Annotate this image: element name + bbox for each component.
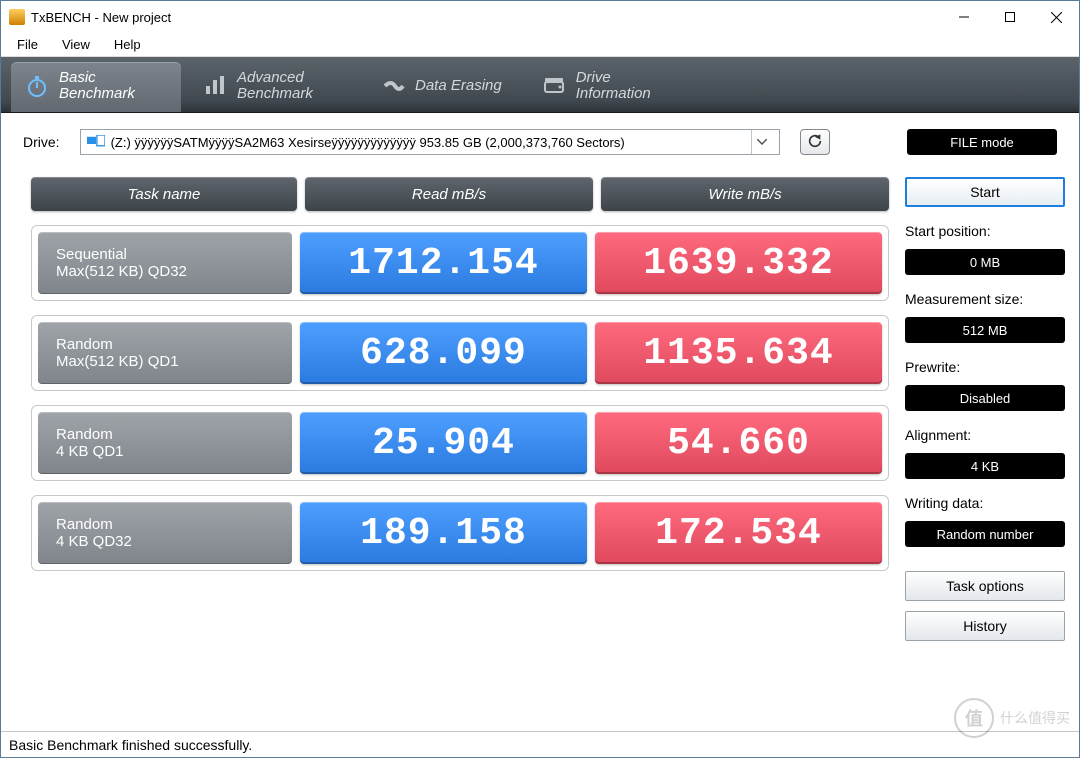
benchmark-table: Task name Read mB/s Write mB/s Sequentia… — [31, 177, 889, 731]
tab-drive-information[interactable]: Drive Information — [528, 62, 698, 112]
write-value: 54.660 — [595, 412, 882, 474]
drive-select[interactable]: (Z:) ÿÿÿÿÿÿSATMÿÿÿÿSA2M63 Xesirseÿÿÿÿÿÿÿ… — [80, 129, 780, 155]
prewrite-text: Disabled — [960, 391, 1011, 406]
main-area: Task name Read mB/s Write mB/s Sequentia… — [1, 163, 1079, 731]
read-value: 628.099 — [300, 322, 587, 384]
task-name-line2: Max(512 KB) QD1 — [56, 353, 292, 370]
drive-device-icon — [87, 135, 105, 149]
start-position-text: 0 MB — [970, 255, 1000, 270]
close-button[interactable] — [1033, 1, 1079, 33]
status-bar: Basic Benchmark finished successfully. — [1, 731, 1079, 757]
measurement-size-value[interactable]: 512 MB — [905, 317, 1065, 343]
menu-help[interactable]: Help — [104, 35, 151, 54]
start-position-value[interactable]: 0 MB — [905, 249, 1065, 275]
tab-label: Advanced Benchmark — [237, 70, 313, 103]
task-name-line2: Max(512 KB) QD32 — [56, 263, 292, 280]
task-options-button[interactable]: Task options — [905, 571, 1065, 601]
erase-icon — [381, 74, 405, 98]
history-label: History — [963, 618, 1007, 634]
status-text: Basic Benchmark finished successfully. — [9, 737, 252, 753]
write-value: 172.534 — [595, 502, 882, 564]
app-window: TxBENCH - New project File View Help Bas… — [0, 0, 1080, 758]
alignment-text: 4 KB — [971, 459, 999, 474]
maximize-button[interactable] — [987, 1, 1033, 33]
task-name-line1: Random — [56, 426, 292, 443]
task-name-line2: 4 KB QD32 — [56, 533, 292, 550]
tab-label: Data Erasing — [415, 78, 502, 95]
task-name-line1: Sequential — [56, 246, 292, 263]
task-name-line1: Random — [56, 336, 292, 353]
menu-view[interactable]: View — [52, 35, 100, 54]
tab-advanced-benchmark[interactable]: Advanced Benchmark — [189, 62, 359, 112]
minimize-button[interactable] — [941, 1, 987, 33]
measurement-size-text: 512 MB — [963, 323, 1008, 338]
read-value: 1712.154 — [300, 232, 587, 294]
task-name-cell[interactable]: Random Max(512 KB) QD1 — [38, 322, 292, 384]
file-mode-button[interactable]: FILE mode — [907, 129, 1057, 155]
drive-row: Drive: (Z:) ÿÿÿÿÿÿSATMÿÿÿÿSA2M63 Xesirse… — [1, 113, 1079, 163]
write-value: 1135.634 — [595, 322, 882, 384]
write-value: 1639.332 — [595, 232, 882, 294]
task-name-line1: Random — [56, 516, 292, 533]
tab-data-erasing[interactable]: Data Erasing — [367, 62, 520, 112]
tabstrip: Basic Benchmark Advanced Benchmark Data … — [1, 57, 1079, 113]
bar-chart-icon — [203, 74, 227, 98]
drive-icon — [542, 74, 566, 98]
drive-select-text: (Z:) ÿÿÿÿÿÿSATMÿÿÿÿSA2M63 Xesirseÿÿÿÿÿÿÿ… — [111, 135, 625, 150]
chevron-down-icon — [751, 130, 773, 154]
file-mode-label: FILE mode — [950, 135, 1014, 150]
measurement-size-label: Measurement size: — [905, 291, 1065, 307]
table-row: Random 4 KB QD32 189.158 172.534 — [31, 495, 889, 571]
read-value: 189.158 — [300, 502, 587, 564]
writing-data-text: Random number — [937, 527, 1034, 542]
prewrite-value[interactable]: Disabled — [905, 385, 1065, 411]
writing-data-value[interactable]: Random number — [905, 521, 1065, 547]
table-header-row: Task name Read mB/s Write mB/s — [31, 177, 889, 211]
refresh-button[interactable] — [800, 129, 830, 155]
table-row: Random Max(512 KB) QD1 628.099 1135.634 — [31, 315, 889, 391]
header-write: Write mB/s — [601, 177, 889, 211]
refresh-icon — [807, 133, 823, 152]
task-name-cell[interactable]: Random 4 KB QD1 — [38, 412, 292, 474]
table-row: Sequential Max(512 KB) QD32 1712.154 163… — [31, 225, 889, 301]
read-value: 25.904 — [300, 412, 587, 474]
menu-file[interactable]: File — [7, 35, 48, 54]
header-read: Read mB/s — [305, 177, 593, 211]
drive-label: Drive: — [23, 134, 60, 150]
tab-basic-benchmark[interactable]: Basic Benchmark — [11, 62, 181, 112]
titlebar: TxBENCH - New project — [1, 1, 1079, 33]
task-name-line2: 4 KB QD1 — [56, 443, 292, 460]
start-position-label: Start position: — [905, 223, 1065, 239]
table-row: Random 4 KB QD1 25.904 54.660 — [31, 405, 889, 481]
task-options-label: Task options — [946, 578, 1024, 594]
header-task: Task name — [31, 177, 297, 211]
tab-label: Drive Information — [576, 70, 651, 103]
menubar: File View Help — [1, 33, 1079, 57]
history-button[interactable]: History — [905, 611, 1065, 641]
alignment-label: Alignment: — [905, 427, 1065, 443]
window-title: TxBENCH - New project — [31, 10, 171, 25]
app-icon — [9, 9, 25, 25]
task-name-cell[interactable]: Sequential Max(512 KB) QD32 — [38, 232, 292, 294]
task-name-cell[interactable]: Random 4 KB QD32 — [38, 502, 292, 564]
alignment-value[interactable]: 4 KB — [905, 453, 1065, 479]
tab-label: Basic Benchmark — [59, 70, 135, 103]
start-button[interactable]: Start — [905, 177, 1065, 207]
writing-data-label: Writing data: — [905, 495, 1065, 511]
start-label: Start — [970, 184, 1000, 200]
side-panel: Start Start position: 0 MB Measurement s… — [905, 177, 1065, 731]
prewrite-label: Prewrite: — [905, 359, 1065, 375]
stopwatch-icon — [25, 74, 49, 98]
